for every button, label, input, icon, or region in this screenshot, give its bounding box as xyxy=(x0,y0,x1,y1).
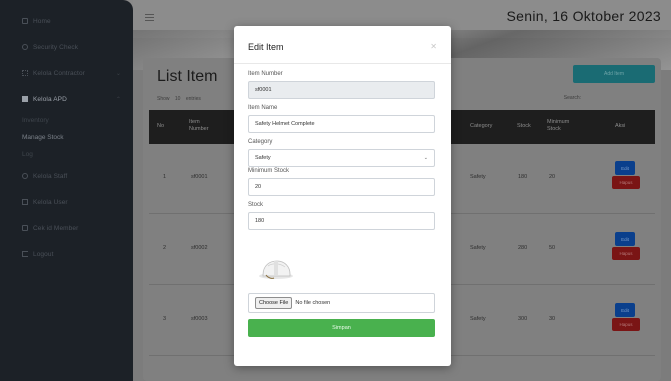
stock-label: Stock xyxy=(248,202,264,208)
minimum-stock-label: Minimum Stock xyxy=(248,168,290,174)
file-upload-field: Choose File No file chosen xyxy=(248,293,435,313)
modal-header: Edit Item ✕ xyxy=(234,26,451,64)
close-icon[interactable]: ✕ xyxy=(430,42,437,51)
category-value: Safety xyxy=(255,155,271,161)
edit-item-modal: Edit Item ✕ Item Number sf0001 Item Name… xyxy=(234,26,451,366)
stock-value: 180 xyxy=(255,218,265,224)
item-number-label: Item Number xyxy=(248,71,283,77)
minimum-stock-value: 20 xyxy=(255,184,262,190)
minimum-stock-field[interactable]: 20 xyxy=(248,178,435,196)
helmet-image xyxy=(259,260,293,279)
item-name-value: Safety Helmet Complete xyxy=(255,121,315,127)
save-button[interactable]: Simpan xyxy=(248,319,435,337)
category-select[interactable]: Safety ⌄ xyxy=(248,149,435,167)
item-name-label: Item Name xyxy=(248,105,278,111)
item-name-field[interactable]: Safety Helmet Complete xyxy=(248,115,435,133)
stock-field[interactable]: 180 xyxy=(248,212,435,230)
chevron-down-icon: ⌄ xyxy=(423,155,428,161)
modal-title: Edit Item xyxy=(248,42,284,52)
item-number-field[interactable]: sf0001 xyxy=(248,81,435,99)
category-label: Category xyxy=(248,139,273,145)
item-number-value: sf0001 xyxy=(255,87,272,93)
file-status: No file chosen xyxy=(295,300,331,306)
choose-file-button[interactable]: Choose File xyxy=(255,297,293,309)
